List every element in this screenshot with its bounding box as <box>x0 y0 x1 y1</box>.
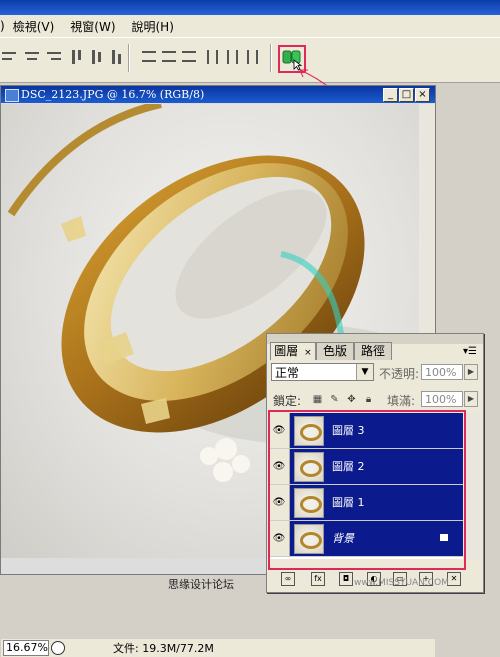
fill-field[interactable]: 100% <box>421 391 463 407</box>
lock-label: 鎖定: <box>273 394 302 408</box>
opacity-slider-button[interactable]: ▶ <box>464 364 478 380</box>
distribute-horizontal-centers-icon[interactable] <box>224 48 244 66</box>
link-layers-icon[interactable]: ∞ <box>281 572 295 586</box>
distribute-top-icon[interactable] <box>140 48 160 66</box>
minimize-button[interactable]: _ <box>383 88 398 102</box>
panel-menu-icon[interactable]: ▾☰ <box>463 346 477 357</box>
lock-position-icon[interactable]: ✥ <box>346 394 357 405</box>
watermark-site: www.MISSYUAN.COM <box>354 578 449 588</box>
align-horizontal-centers-icon[interactable] <box>22 48 42 66</box>
close-button[interactable]: × <box>415 88 430 102</box>
lock-image-pixels-icon[interactable]: ✎ <box>329 394 340 405</box>
fill-slider-button[interactable]: ▶ <box>464 391 478 407</box>
status-menu-icon[interactable] <box>51 641 65 655</box>
distribute-bottom-icon[interactable] <box>180 48 200 66</box>
photoshop-document-icon <box>5 89 19 102</box>
watermark-text: 思缘设计论坛 <box>168 578 234 591</box>
menu-item-help[interactable]: 說明(H) <box>132 18 174 35</box>
menu-item-prev[interactable]: ) <box>0 19 5 33</box>
palette-well-button[interactable] <box>278 45 306 73</box>
fill-label: 填滿: <box>387 394 416 408</box>
document-title: DSC_2123.JPG @ 16.7% (RGB/8) <box>21 88 205 101</box>
menu-item-view[interactable]: 檢視(V) <box>13 18 55 35</box>
layer-style-icon[interactable]: fx <box>311 572 325 586</box>
distribute-left-icon[interactable] <box>204 48 224 66</box>
align-bottom-edges-icon[interactable] <box>108 48 128 66</box>
chevron-down-icon: ▼ <box>356 364 373 380</box>
align-options-bar <box>0 37 500 83</box>
document-status-bar: 16.67% 文件: 19.3M/77.2M <box>1 639 435 657</box>
align-vertical-centers-icon[interactable] <box>88 48 108 66</box>
maximize-button[interactable]: □ <box>399 88 414 102</box>
tab-paths[interactable]: 路徑 <box>354 342 392 360</box>
zoom-level-field[interactable]: 16.67% <box>3 640 49 656</box>
add-mask-icon[interactable]: ◘ <box>339 572 353 586</box>
tab-layers[interactable]: 圖層 × <box>270 342 316 360</box>
toolbar-divider <box>270 44 272 72</box>
app-title-bar <box>0 0 500 15</box>
align-right-edges-icon[interactable] <box>44 48 64 66</box>
menu-item-window[interactable]: 視窗(W) <box>70 18 115 35</box>
toolbar-divider <box>128 44 130 72</box>
lock-all-icon[interactable]: 🔒︎ <box>363 394 374 405</box>
trash-icon[interactable]: ✕ <box>447 572 461 586</box>
document-title-bar: DSC_2123.JPG @ 16.7% (RGB/8) _ □ × <box>1 86 435 103</box>
opacity-label: 不透明: <box>379 367 420 381</box>
distribute-right-icon[interactable] <box>244 48 264 66</box>
layers-scrollbar[interactable] <box>465 413 480 559</box>
palette-well-icon <box>282 50 303 71</box>
file-size-info: 文件: 19.3M/77.2M <box>113 642 214 655</box>
align-top-edges-icon[interactable] <box>68 48 88 66</box>
align-left-edges-icon[interactable] <box>0 48 20 66</box>
opacity-field[interactable]: 100% <box>421 364 463 380</box>
menu-bar: ) 檢視(V) 視窗(W) 說明(H) <box>0 15 500 37</box>
layers-highlight-box <box>268 410 466 570</box>
tab-channels[interactable]: 色版 <box>316 342 354 360</box>
blend-mode-select[interactable]: 正常 ▼ <box>271 363 374 381</box>
close-tab-icon[interactable]: × <box>304 348 312 358</box>
distribute-vertical-centers-icon[interactable] <box>160 48 180 66</box>
lock-transparent-pixels-icon[interactable]: ▦ <box>312 394 323 405</box>
